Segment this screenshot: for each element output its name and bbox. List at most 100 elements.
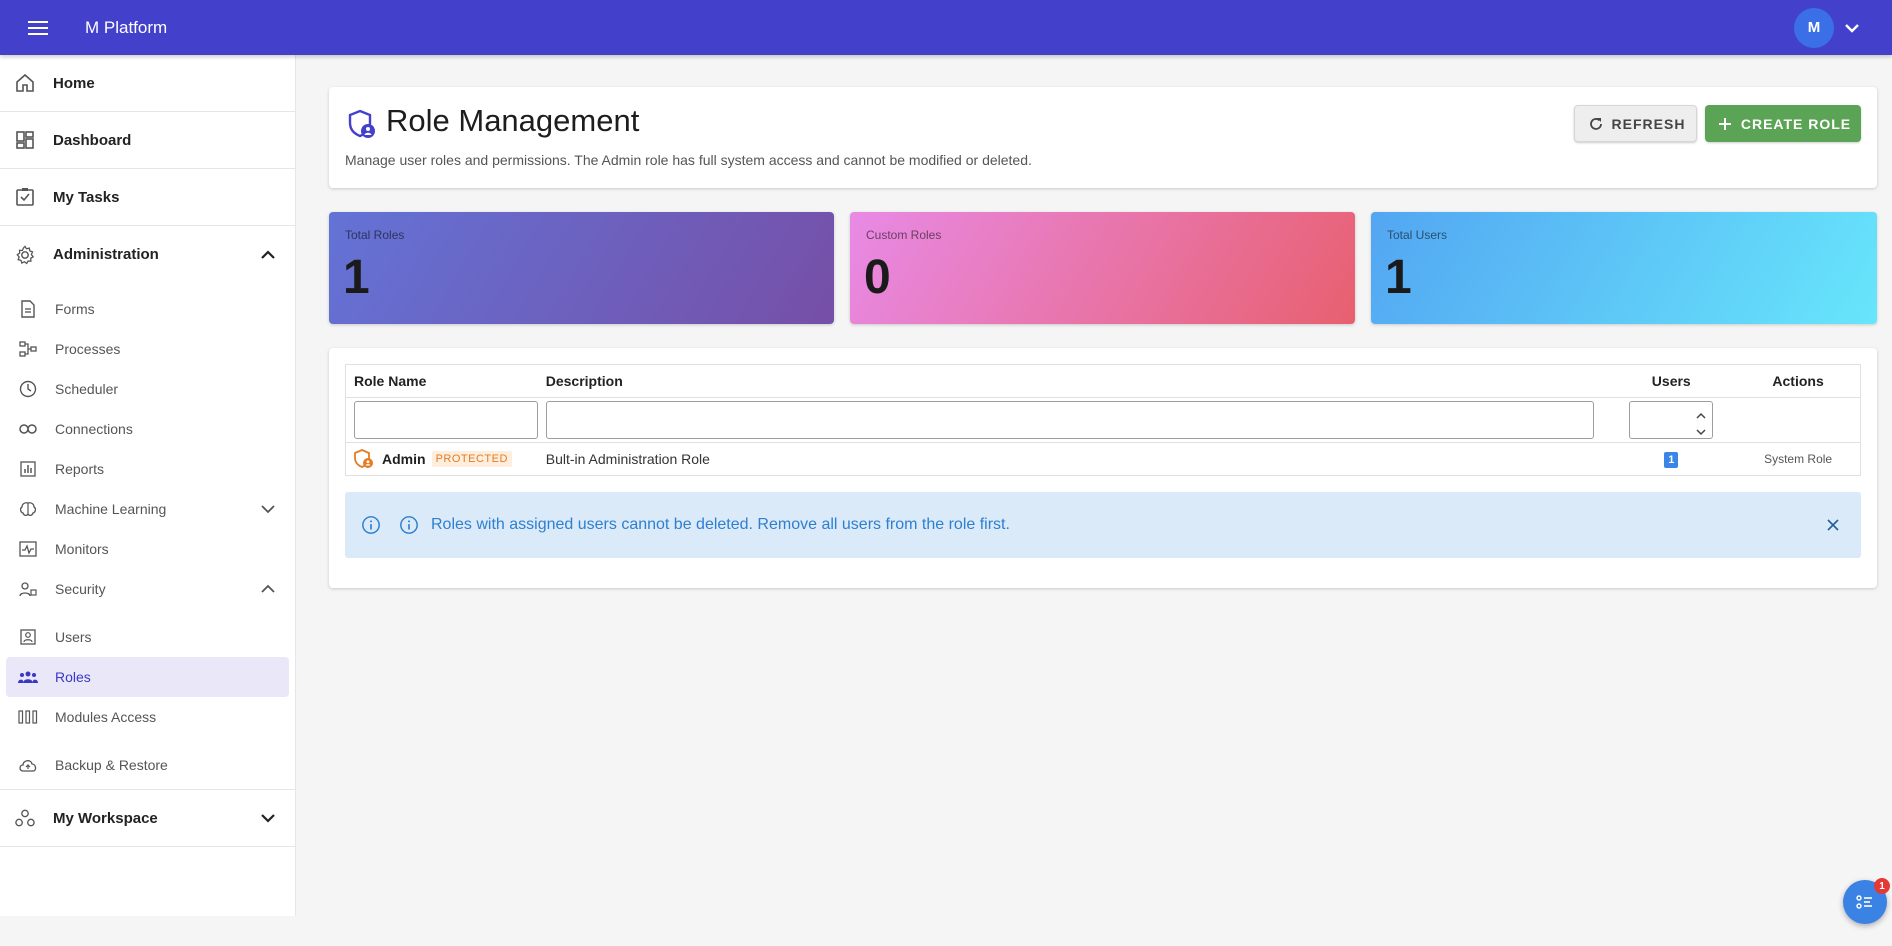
sidebar: Home Dashboard My Tasks Administration F… [0,55,296,916]
stat-label: Total Users [1387,228,1448,242]
group-icon [18,667,38,687]
info-icon [399,515,419,535]
sidebar-item-label: My Tasks [53,188,120,206]
process-flow-icon [18,339,38,359]
app-title: M Platform [85,17,168,37]
sidebar-item-administration[interactable]: Administration [0,226,295,283]
sidebar-item-backup-restore[interactable]: Backup & Restore [0,745,295,790]
main-content: Role Management Manage user roles and pe… [296,55,1892,916]
stat-card-custom-roles: Custom Roles 0 [850,212,1355,324]
user-lock-icon [18,579,38,599]
link-icon [18,419,38,439]
sidebar-item-my-tasks[interactable]: My Tasks [0,169,295,226]
sidebar-item-label: Scheduler [55,381,119,397]
task-check-icon [15,187,35,207]
role-action-text: System Role [1764,452,1833,466]
checklist-icon [1855,892,1875,912]
avatar[interactable]: M [1794,7,1834,48]
sidebar-item-label: Backup & Restore [55,757,168,773]
sidebar-item-label: Dashboard [53,131,132,149]
chevron-up-icon[interactable] [261,249,275,260]
menu-icon[interactable] [24,14,52,42]
chevron-down-icon[interactable] [1842,18,1862,38]
dashboard-icon [15,130,35,150]
stat-label: Total Roles [345,228,405,242]
page-header-card: Role Management Manage user roles and pe… [329,87,1877,188]
create-role-button[interactable]: CREATE ROLE [1705,105,1861,142]
sidebar-item-my-workspace[interactable]: My Workspace [0,790,295,847]
plus-icon [1715,114,1735,134]
chevron-down-icon[interactable] [261,504,275,514]
refresh-button-label: REFRESH [1611,115,1686,132]
workspace-icon [15,808,35,828]
clock-icon [18,379,38,399]
modules-icon [18,707,38,727]
chevron-up-icon[interactable] [261,584,275,594]
refresh-icon [1586,114,1606,134]
top-app-bar: M Platform M [0,0,1892,55]
sidebar-item-home[interactable]: Home [0,55,295,112]
user-count-badge[interactable]: 1 [1664,452,1679,468]
sidebar-item-label: Processes [55,341,121,357]
sidebar-item-label: Security [55,581,106,597]
notification-badge: 1 [1874,878,1890,894]
sidebar-item-monitors[interactable]: Monitors [0,529,295,569]
users-filter-stepper[interactable] [1629,401,1714,441]
stat-value: 1 [343,251,370,304]
info-icon [361,515,381,535]
sidebar-item-label: My Workspace [53,809,158,827]
stepper-down-icon[interactable] [1696,423,1706,441]
sidebar-item-label: Reports [55,461,105,477]
stat-label: Custom Roles [866,228,942,242]
document-icon [18,299,38,319]
sidebar-item-modules-access[interactable]: Modules Access [0,697,295,737]
sidebar-item-users[interactable]: Users [0,617,295,657]
shield-admin-icon [354,449,374,469]
roles-table: Role Name Description Users Actions Admi… [345,364,1861,476]
brain-icon [18,499,38,519]
stat-value: 0 [864,251,891,304]
sidebar-item-dashboard[interactable]: Dashboard [0,112,295,169]
table-header-row: Role Name Description Users Actions [346,365,1860,398]
protected-badge: PROTECTED [431,451,512,467]
user-card-icon [18,627,38,647]
role-description: Bult-in Administration Role [545,451,710,467]
sidebar-item-label: Forms [55,301,95,317]
close-icon[interactable] [1827,519,1839,531]
role-name-filter-input[interactable] [354,401,538,439]
sidebar-item-label: Connections [55,421,133,437]
sidebar-item-roles[interactable]: Roles [6,657,289,697]
sidebar-item-label: Administration [53,246,159,263]
table-row[interactable]: Admin PROTECTED Bult-in Administration R… [346,443,1860,475]
role-name: Admin [382,451,426,467]
cloud-upload-icon [18,755,38,775]
chevron-down-icon[interactable] [261,813,275,823]
sidebar-item-machine-learning[interactable]: Machine Learning [0,489,295,529]
description-filter-input[interactable] [545,401,1594,439]
sidebar-item-label: Modules Access [55,709,157,725]
alert-message: Roles with assigned users cannot be dele… [431,516,1010,533]
sidebar-item-reports[interactable]: Reports [0,449,295,489]
info-alert: Roles with assigned users cannot be dele… [345,492,1861,558]
task-list-fab[interactable]: 1 [1843,878,1890,924]
column-header-description[interactable]: Description [546,373,1607,389]
sidebar-item-connections[interactable]: Connections [0,409,295,449]
sidebar-item-forms[interactable]: Forms [0,289,295,329]
stat-value: 1 [1385,251,1412,304]
bar-chart-icon [18,459,38,479]
sidebar-item-label: Roles [55,669,91,685]
monitor-pulse-icon [18,539,38,559]
gear-icon [15,244,35,265]
sidebar-item-label: Home [53,74,95,92]
column-header-role-name[interactable]: Role Name [346,373,546,389]
stat-card-total-roles: Total Roles 1 [329,212,834,324]
sidebar-item-scheduler[interactable]: Scheduler [0,369,295,409]
page-title: Role Management [386,103,640,138]
sidebar-item-label: Monitors [55,541,109,557]
refresh-button[interactable]: REFRESH [1574,105,1697,142]
sidebar-item-label: Machine Learning [55,501,167,517]
sidebar-item-security[interactable]: Security [0,569,295,609]
column-header-users[interactable]: Users [1606,373,1736,389]
sidebar-item-processes[interactable]: Processes [0,329,295,369]
user-menu[interactable]: M [1794,7,1862,48]
